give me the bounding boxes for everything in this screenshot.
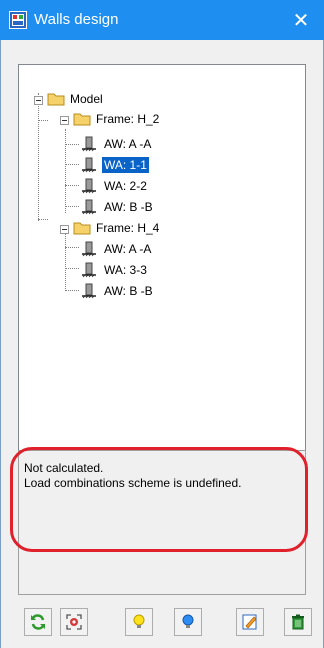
bulb-yellow-icon: [133, 614, 145, 628]
tree-node-wall[interactable]: WA: 2-2: [81, 177, 221, 195]
wall-icon: [82, 283, 96, 299]
tree-node-wall[interactable]: WA: 3-3: [81, 261, 221, 279]
tree-node-label: Model: [70, 92, 103, 106]
close-button[interactable]: ✕: [278, 0, 324, 40]
collapse-icon[interactable]: [60, 116, 69, 125]
wall-icon: [82, 241, 96, 257]
tree-node-label: WA: 2-2: [104, 179, 147, 193]
tree-node-label: Frame: H_4: [96, 221, 160, 235]
tree-node-label: AW: B -B: [104, 284, 153, 298]
tree-node-wall[interactable]: AW: B -B: [81, 198, 221, 216]
status-panel: Not calculated. Load combinations scheme…: [18, 450, 306, 595]
app-icon: [9, 11, 27, 29]
wall-icon: [82, 199, 96, 215]
trash-icon: [292, 614, 304, 630]
folder-icon: [73, 222, 91, 235]
status-message: Load combinations scheme is undefined.: [24, 476, 242, 490]
wall-icon: [82, 157, 96, 173]
title-bar: Walls design ✕: [0, 0, 324, 40]
wall-icon: [82, 262, 96, 278]
wall-icon: [82, 178, 96, 194]
tree-node-model[interactable]: Model: [29, 91, 149, 109]
tree-node-wall[interactable]: AW: A -A: [81, 240, 221, 258]
tree-node-label: AW: B -B: [104, 200, 153, 214]
tree-node-label-selected: WA: 1-1: [102, 157, 149, 173]
tree-node-label: AW: A -A: [104, 242, 152, 256]
tree-node-frame[interactable]: Frame: H_4: [55, 220, 205, 238]
bulb-blue-icon: [182, 614, 194, 628]
status-message: Not calculated.: [24, 461, 104, 475]
tree-node-label: Frame: H_2: [96, 112, 160, 126]
window-body: Model Frame: H_2 AW: A -A WA: 1-1 WA: 2-…: [0, 40, 324, 648]
highlight-blue-button[interactable]: [174, 608, 202, 636]
edit-button[interactable]: [236, 608, 264, 636]
delete-button[interactable]: [284, 608, 312, 636]
tree-node-label: WA: 3-3: [104, 263, 147, 277]
folder-icon: [47, 93, 65, 106]
collapse-icon[interactable]: [34, 96, 43, 105]
refresh-icon: [31, 614, 45, 630]
collapse-icon[interactable]: [60, 225, 69, 234]
target-icon: [66, 614, 82, 630]
wall-icon: [82, 136, 96, 152]
locate-button[interactable]: [60, 608, 88, 636]
refresh-button[interactable]: [24, 608, 52, 636]
tree-node-wall[interactable]: AW: B -B: [81, 282, 221, 300]
edit-icon: [242, 614, 257, 630]
tree-node-wall[interactable]: AW: A -A: [81, 135, 221, 153]
tree-node-label: AW: A -A: [104, 137, 152, 151]
tree-node-wall[interactable]: WA: 1-1: [81, 156, 221, 174]
model-tree[interactable]: Model Frame: H_2 AW: A -A WA: 1-1 WA: 2-…: [18, 64, 306, 492]
tree-node-frame[interactable]: Frame: H_2: [55, 111, 205, 129]
toolbar: [18, 596, 318, 640]
highlight-yellow-button[interactable]: [125, 608, 153, 636]
window-title: Walls design: [34, 11, 119, 28]
close-icon: ✕: [292, 9, 310, 32]
folder-icon: [73, 113, 91, 126]
